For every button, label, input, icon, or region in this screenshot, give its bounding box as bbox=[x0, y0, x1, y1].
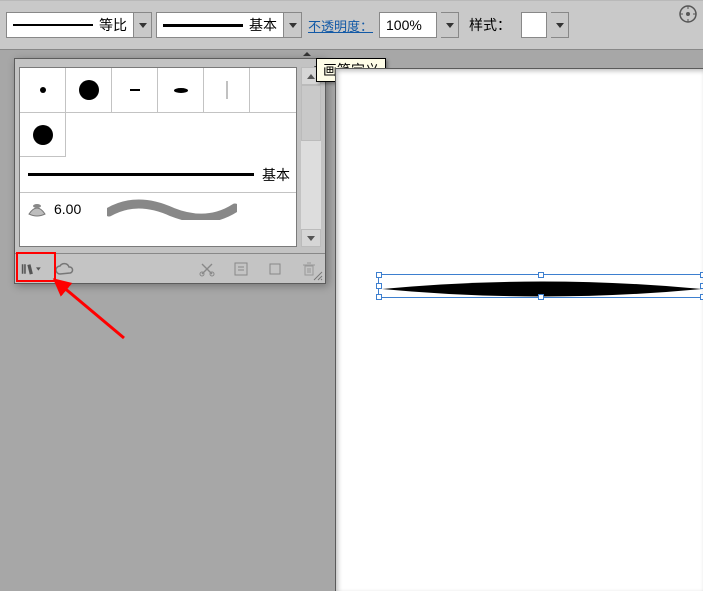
brush-tip-thin[interactable] bbox=[204, 68, 250, 112]
options-toolbar: 等比 基本 不透明度： 100% 样式： bbox=[0, 0, 703, 50]
brush-stroke-label: 基本 bbox=[262, 165, 290, 185]
library-menu-icon[interactable] bbox=[21, 259, 41, 279]
brush-scrollbar[interactable] bbox=[301, 67, 321, 247]
brush-panel: 基本 6.00 bbox=[14, 58, 326, 284]
document-canvas[interactable] bbox=[335, 68, 703, 591]
brush-tip-empty[interactable] bbox=[250, 68, 296, 112]
selection-handle-s[interactable] bbox=[538, 294, 544, 300]
scale-combo-label: 等比 bbox=[99, 15, 127, 35]
opacity-label[interactable]: 不透明度： bbox=[306, 16, 375, 35]
brush-combo-arrow[interactable] bbox=[283, 13, 301, 37]
scroll-thumb[interactable] bbox=[301, 85, 321, 141]
selection-handle-nw[interactable] bbox=[376, 272, 382, 278]
brush-tip-row-1 bbox=[20, 68, 296, 113]
cut-icon[interactable] bbox=[197, 259, 217, 279]
brush-tip-large-round[interactable] bbox=[66, 68, 112, 112]
opacity-stepper[interactable] bbox=[441, 12, 459, 38]
brush-combo[interactable]: 基本 bbox=[156, 12, 302, 38]
brush-combo-label: 基本 bbox=[249, 15, 277, 35]
brush-preview-line bbox=[163, 24, 243, 27]
annotation-arrow bbox=[44, 276, 134, 346]
inkwell-icon bbox=[26, 200, 48, 218]
selection-bounding-box bbox=[378, 274, 703, 298]
brush-size-value: 6.00 bbox=[54, 201, 81, 217]
style-dropdown-arrow[interactable] bbox=[551, 12, 569, 38]
brush-tip-dash[interactable] bbox=[112, 68, 158, 112]
opacity-input[interactable]: 100% bbox=[379, 12, 437, 38]
resize-grip-icon[interactable] bbox=[311, 269, 323, 281]
options-icon[interactable] bbox=[231, 259, 251, 279]
brush-stroke-basic[interactable]: 基本 bbox=[20, 157, 296, 193]
style-swatch[interactable] bbox=[521, 12, 547, 38]
selection-handle-n[interactable] bbox=[538, 272, 544, 278]
scale-combo[interactable]: 等比 bbox=[6, 12, 152, 38]
brush-tip-small-round[interactable] bbox=[20, 68, 66, 112]
brush-list: 基本 6.00 bbox=[19, 67, 297, 247]
scroll-down-button[interactable] bbox=[301, 229, 321, 247]
panel-pointer-icon bbox=[303, 52, 311, 56]
opacity-value: 100% bbox=[386, 17, 422, 33]
graphic-styles-icon[interactable] bbox=[677, 3, 699, 25]
scale-combo-arrow[interactable] bbox=[133, 13, 151, 37]
brush-calligraphic-row[interactable]: 6.00 bbox=[20, 193, 296, 225]
scale-preview-line bbox=[13, 24, 93, 26]
library-cloud-icon[interactable] bbox=[55, 259, 75, 279]
brush-stroke-preview bbox=[28, 173, 254, 176]
selection-handle-sw[interactable] bbox=[376, 294, 382, 300]
scroll-track[interactable] bbox=[301, 141, 321, 229]
brush-tip-ellipse[interactable] bbox=[158, 68, 204, 112]
style-label: 样式： bbox=[463, 15, 517, 35]
selection-handle-w[interactable] bbox=[376, 283, 382, 289]
brush-panel-footer bbox=[15, 253, 325, 283]
new-brush-icon[interactable] bbox=[265, 259, 285, 279]
brush-tip-large-round-2[interactable] bbox=[20, 113, 66, 157]
brush-tip-row-2 bbox=[20, 113, 296, 157]
brush-wave-preview bbox=[107, 198, 237, 220]
